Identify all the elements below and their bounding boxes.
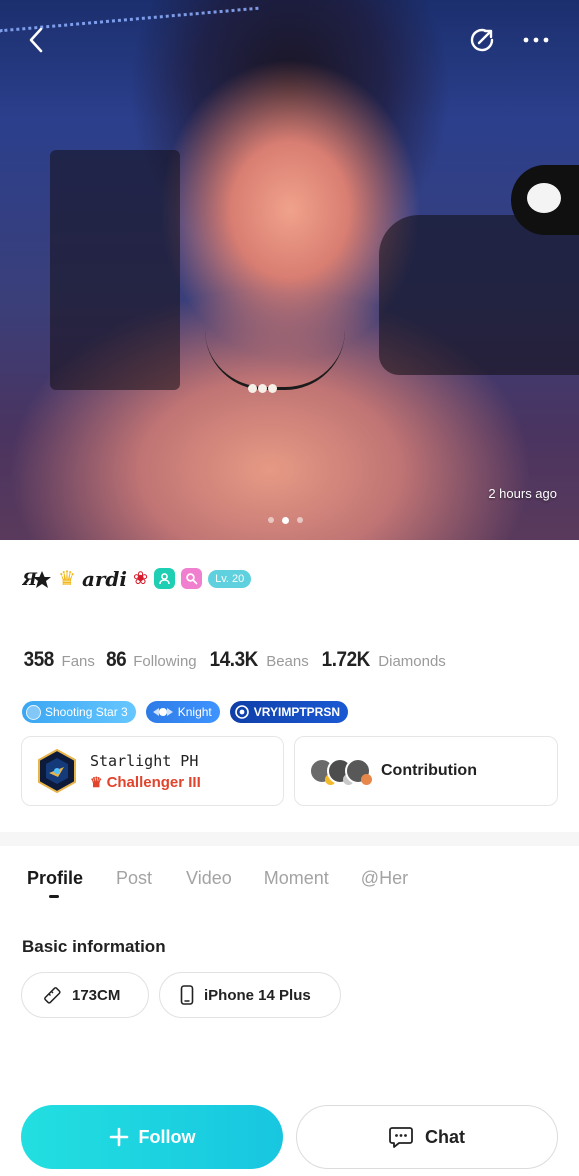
contributor-avatar-3 [345,758,372,785]
share-icon [470,28,494,52]
diamonds-count: 1.72K [321,648,370,671]
ruler-icon [44,987,61,1004]
height-value: 173CM [72,986,121,1004]
profile-name-row: Я ♛ ardi ❀ Lv. 20 [22,566,252,591]
profile-photo[interactable]: 2 hours ago [0,0,579,540]
device-value: iPhone 14 Plus [204,986,311,1004]
more-dots-icon [523,37,549,43]
vip-label: VRYIMPTPRSN [253,705,340,719]
svg-text:Я: Я [22,570,38,590]
beans-label: Beans [266,653,309,670]
more-options-button[interactable] [516,20,556,60]
follow-label: Follow [138,1126,196,1147]
chat-button[interactable]: Chat [296,1105,558,1169]
phone-icon [180,985,194,1005]
family-rank-label: Challenger III [106,773,201,791]
rose-icon: ❀ [133,568,149,588]
knight-badge[interactable]: Knight [145,701,220,723]
family-card[interactable]: Starlight PH ♛ Challenger III [21,736,284,806]
profile-tabs: Profile Post Video Moment @Her [27,868,408,889]
following-label[interactable]: Following [133,653,196,670]
height-chip: 173CM [21,972,149,1018]
device-chip: iPhone 14 Plus [159,972,341,1018]
beans-count: 14.3K [209,648,258,671]
carousel-indicator [268,516,303,524]
back-button[interactable] [16,20,56,60]
basic-info-title: Basic information [22,937,166,956]
photo-background-shadow [50,150,180,390]
plus-icon [109,1127,128,1147]
fans-label[interactable]: Fans [62,653,95,670]
shooting-star-label: Shooting Star 3 [45,705,128,719]
photo-timestamp: 2 hours ago [488,486,557,501]
family-name: Starlight PH [90,751,199,770]
star-logo-icon: Я [22,570,51,590]
carousel-dot [268,517,274,523]
tab-moment[interactable]: Moment [264,868,329,889]
tab-post[interactable]: Post [116,868,152,889]
chat-bubble-icon [389,1127,413,1148]
carousel-dot [297,517,303,523]
top-contributors [309,758,372,785]
fans-count[interactable]: 358 [24,648,55,672]
family-logo-icon [38,749,76,793]
share-button[interactable] [462,20,502,60]
photo-plush-toy [511,165,579,235]
tab-mentions[interactable]: @Her [361,868,408,889]
achievement-badges: Shooting Star 3 Knight VRYIMPTPRSN [22,701,348,723]
challenger-crest-icon: ♛ [90,773,103,790]
following-count[interactable]: 86 [106,648,127,672]
shooting-star-icon [26,704,41,720]
vip-badge[interactable]: VRYIMPTPRSN [229,701,348,723]
chat-label: Chat [425,1126,465,1147]
diamonds-label: Diamonds [378,653,446,670]
level-badge: Lv. 20 [208,569,252,588]
carousel-dot-active [282,516,289,524]
crown-icon: ♛ [58,568,76,590]
shooting-star-badge[interactable]: Shooting Star 3 [22,701,136,723]
eye-icon [234,705,249,719]
follow-button[interactable]: Follow [21,1105,283,1169]
family-rank: ♛ Challenger III [90,774,201,791]
search-badge-icon [181,568,203,589]
username: ardi [81,566,128,591]
contribution-card[interactable]: Contribution [294,736,558,806]
gender-badge-icon [154,568,176,589]
section-divider [0,832,579,846]
active-tab-indicator [49,895,59,898]
photo-chair [379,215,579,375]
tab-video[interactable]: Video [186,868,232,889]
contribution-label: Contribution [381,762,477,779]
chevron-left-icon [29,27,43,53]
photo-pearls [248,380,278,398]
profile-stats: 358 Fans 86 Following 14.3K Beans 1.72K … [22,648,450,672]
tab-profile[interactable]: Profile [27,868,83,889]
knight-label: Knight [177,705,212,719]
knight-icon [152,708,173,716]
